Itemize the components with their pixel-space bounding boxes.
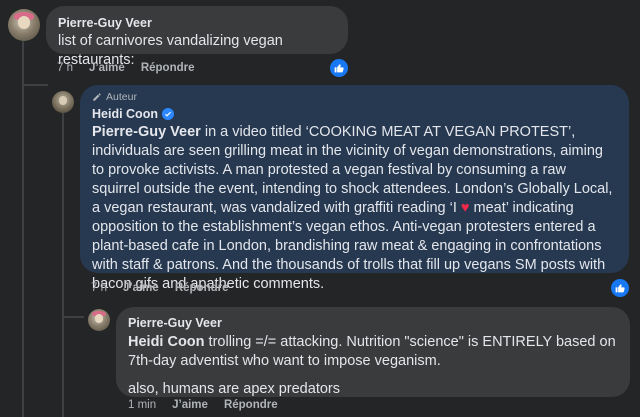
avatar[interactable] (52, 91, 74, 113)
reply-button[interactable]: Répondre (224, 399, 278, 411)
reply-button[interactable]: Répondre (141, 62, 195, 74)
comment-bubble: Pierre-Guy Veer Heidi Coon trolling =/= … (116, 307, 630, 397)
like-button[interactable]: J’aime (123, 282, 159, 294)
thread-branch-nested (62, 316, 84, 318)
comment-author[interactable]: Pierre-Guy Veer (58, 15, 336, 31)
author-badge: Auteur (92, 91, 617, 103)
comment-author[interactable]: Heidi Coon (92, 106, 158, 122)
reply-button[interactable]: Répondre (175, 282, 229, 294)
like-reaction-icon[interactable] (609, 277, 631, 299)
comment-time[interactable]: 7 h (91, 282, 107, 294)
comment-time[interactable]: 7 h (57, 62, 73, 74)
thread-line (22, 40, 24, 417)
verified-icon (161, 108, 174, 120)
comment-time[interactable]: 1 min (128, 399, 156, 411)
like-reaction-icon[interactable] (328, 57, 350, 79)
mention-link[interactable]: Heidi Coon (128, 334, 205, 350)
comment-actions: 1 min J’aime Répondre (128, 399, 294, 411)
heart-icon: ♥ (460, 200, 470, 216)
comment-text: Heidi Coon trolling =/= attacking. Nutri… (128, 333, 618, 371)
avatar[interactable] (8, 9, 40, 41)
thread-branch (22, 84, 48, 86)
comment-bubble: Pierre-Guy Veer list of carnivores vanda… (46, 6, 348, 68)
pencil-icon (93, 93, 101, 101)
comment-thread: Pierre-Guy Veer list of carnivores vanda… (0, 0, 640, 417)
like-button[interactable]: J’aime (89, 62, 125, 74)
like-button[interactable]: J’aime (172, 399, 208, 411)
comment-author[interactable]: Pierre-Guy Veer (128, 315, 618, 331)
thread-line-nested (62, 112, 64, 417)
author-badge-label: Auteur (106, 91, 137, 103)
comment-text-second-paragraph: also, humans are apex predators (128, 381, 340, 397)
avatar[interactable] (88, 309, 110, 331)
comment-actions: 7 h J’aime Répondre (57, 62, 210, 74)
comment-actions: 7 h J’aime Répondre (91, 282, 244, 294)
mention-link[interactable]: Pierre-Guy Veer (92, 124, 201, 140)
comment-text: Pierre-Guy Veer in a video titled ‘COOKI… (92, 123, 617, 294)
comment-bubble-author: Auteur Heidi Coon Pierre-Guy Veer in a v… (80, 85, 629, 292)
